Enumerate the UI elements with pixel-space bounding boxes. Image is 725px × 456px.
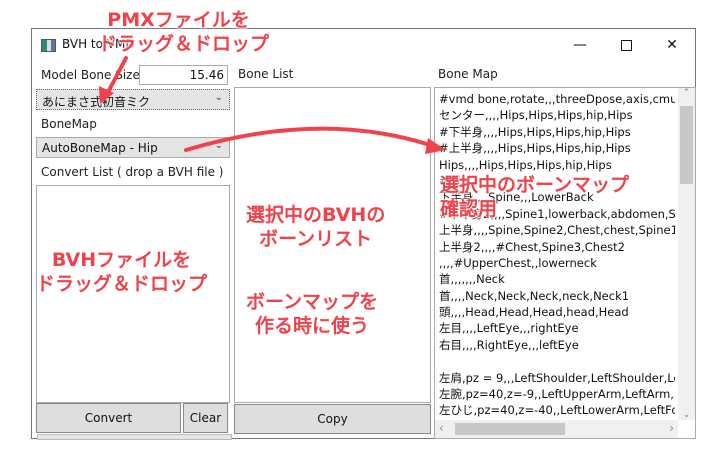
annotation-bvh-drop: BVHファイルを ドラッグ＆ドロップ	[36, 249, 208, 295]
annotation-pmx-drop: PMXファイルを ドラッグ＆ドロップ	[98, 9, 270, 55]
arrow-to-bone-map	[184, 126, 432, 152]
annotation-bone-map-check: 選択中のボーンマップ 確認用	[440, 174, 630, 220]
arrowhead-icon	[425, 138, 446, 154]
annotation-bone-map-use: ボーンマップを 作る時に使う	[246, 291, 379, 337]
arrow-to-model-combo	[104, 56, 128, 98]
annotation-bone-list: 選択中のBVHの ボーンリスト	[246, 204, 386, 250]
